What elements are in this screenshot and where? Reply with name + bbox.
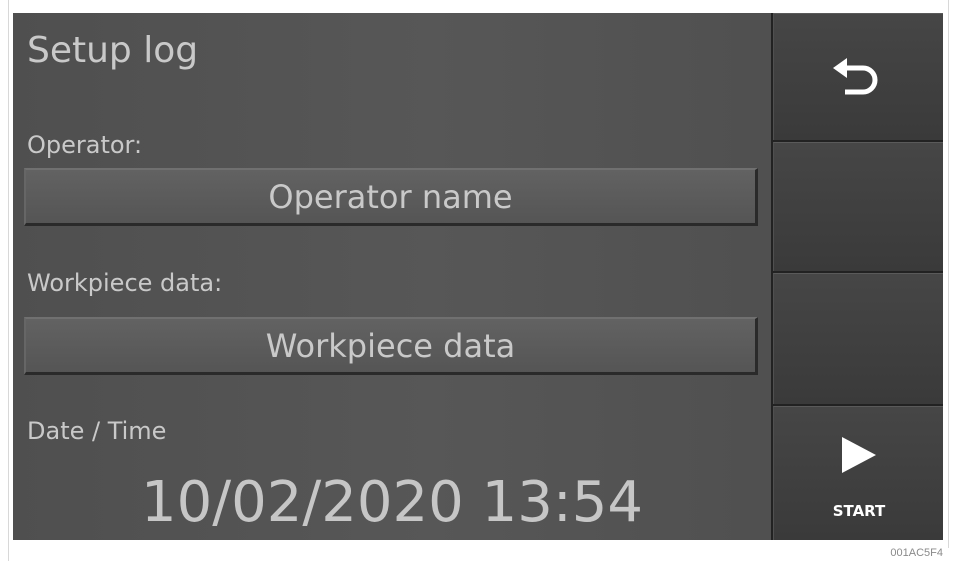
image-reference-code: 001AC5F4 <box>890 547 943 559</box>
setup-log-panel: Setup log Operator: Operator name Workpi… <box>13 13 771 540</box>
play-triangle-icon <box>842 437 876 473</box>
frame-border-right <box>948 0 949 548</box>
softkey-2-button[interactable] <box>773 142 943 271</box>
start-button[interactable]: START <box>773 406 943 540</box>
operator-name-field[interactable]: Operator name <box>24 168 758 226</box>
hmi-screen: Setup log Operator: Operator name Workpi… <box>13 13 943 540</box>
workpiece-data-field[interactable]: Workpiece data <box>24 317 758 375</box>
sidebar: START <box>771 13 943 540</box>
workpiece-data-label: Workpiece data: <box>27 269 223 297</box>
date-time-label: Date / Time <box>27 417 167 445</box>
softkey-3-button[interactable] <box>773 273 943 404</box>
return-arrow-icon <box>833 58 878 95</box>
operator-label: Operator: <box>27 131 143 159</box>
page-title: Setup log <box>27 30 199 71</box>
back-button[interactable] <box>773 13 943 140</box>
date-time-value: 10/02/2020 13:54 <box>141 470 643 535</box>
frame-border-left <box>8 0 9 561</box>
start-label: START <box>832 502 886 520</box>
